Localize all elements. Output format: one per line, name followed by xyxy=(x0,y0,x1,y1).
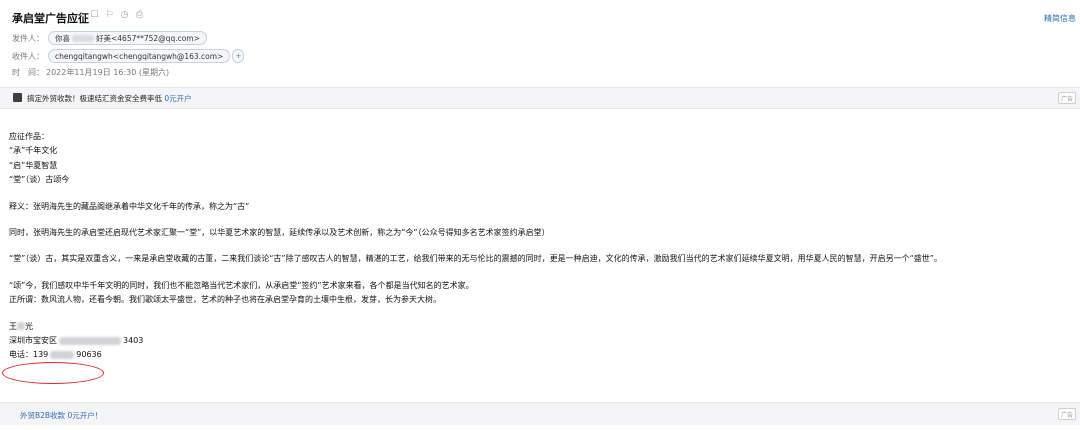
print-icon[interactable]: ⎙ xyxy=(135,11,144,20)
body-line: “颂”今，我们感叹中华千年文明的同时，我们也不能忽略当代艺术家们，从承启堂“签约… xyxy=(9,280,474,290)
clock-icon[interactable]: ◷ xyxy=(120,11,129,20)
body-line: 同时，张明海先生的承启堂还启现代艺术家汇聚一“堂”，以华夏艺术家的智慧，延续传承… xyxy=(9,228,550,238)
email-subject: 承启堂广告应征 xyxy=(12,12,89,25)
sender-row: 发件人： 你喜 好美 <4657**752@qq.com> xyxy=(12,31,207,45)
body-line: “堂”（谈）古颂今 xyxy=(9,175,70,185)
phone-label: 电话： xyxy=(9,350,33,360)
address-prefix: 深圳市宝安区 xyxy=(9,336,57,346)
body-line: “承”千年文化 xyxy=(9,146,58,156)
ad-tag-badge: 广告 xyxy=(1058,92,1076,104)
redaction-blur xyxy=(50,350,75,359)
top-ad-link[interactable]: 0元开户 xyxy=(164,94,191,103)
add-recipient-icon[interactable]: + xyxy=(232,49,245,63)
phone-highlight-circle xyxy=(2,362,104,384)
time-row: 时 间： 2022年11月19日 16:30 (星期六) xyxy=(12,67,169,78)
phone-suffix: 90636 xyxy=(76,350,102,360)
ad-tag-badge: 广告 xyxy=(1058,408,1076,420)
email-body: 应征作品： “承”千年文化 “启”华夏智慧 “堂”（谈）古颂今 释义：张明海先生… xyxy=(9,130,1069,363)
recipient-row: 收件人： chengqitangwh<chengqitangwh@163.com… xyxy=(12,49,245,63)
sender-label: 发件人： xyxy=(12,33,44,43)
address-suffix: 3403 xyxy=(123,336,144,346)
bottom-ad-bar[interactable]: 外贸B2B收款 0元开户！ 广告 xyxy=(0,402,1080,425)
email-header: 承启堂广告应征 ☐ ⚐ ◷ ⎙ 精简信息 发件人： 你喜 好美 <4657**7… xyxy=(0,0,1080,86)
subject-toolbar: ☐ ⚐ ◷ ⎙ xyxy=(90,11,144,20)
top-ad-bar[interactable]: 搞定外贸收款！极速结汇资金安全费率低 0元开户 广告 xyxy=(0,87,1080,109)
signature-name-suffix: 光 xyxy=(25,321,33,331)
redaction-blur xyxy=(17,322,25,331)
ad-logo-icon xyxy=(13,93,22,102)
sender-name-prefix: 你喜 xyxy=(55,33,70,43)
tag-icon[interactable]: ☐ xyxy=(90,11,99,20)
signature-name-prefix: 王 xyxy=(9,321,17,331)
recipient-chip[interactable]: chengqitangwh<chengqitangwh@163.com> xyxy=(48,49,231,63)
signature-phone: 电话：139 90636 xyxy=(9,348,1069,362)
signature-address: 深圳市宝安区 3403 xyxy=(9,334,1069,348)
top-ad-message: 搞定外贸收款！极速结汇资金安全费率低 xyxy=(27,94,165,103)
recipient-label: 收件人： xyxy=(12,51,44,61)
phone-prefix: 139 xyxy=(33,350,49,360)
flag-icon[interactable]: ⚐ xyxy=(105,11,114,20)
body-line: 应征作品： xyxy=(9,132,49,141)
sender-email: <4657**752@qq.com> xyxy=(111,33,200,43)
sender-name-suffix: 好美 xyxy=(96,33,111,43)
body-line: “堂”（谈）古，其实是双重含义，一来是承启堂收藏的古董，二来我们谈论“古”除了感… xyxy=(9,254,942,264)
time-value: 2022年11月19日 16:30 (星期六) xyxy=(46,68,170,77)
signature-name: 王光 xyxy=(9,320,1069,334)
body-line: “启”华夏智慧 xyxy=(9,160,58,170)
time-label: 时 间： xyxy=(12,68,44,77)
sender-chip[interactable]: 你喜 好美 <4657**752@qq.com> xyxy=(48,31,207,45)
redaction-blur xyxy=(72,34,94,42)
body-line: 释义：张明海先生的藏品阁继承着中华文化千年的传承，称之为“古” xyxy=(9,201,250,211)
body-line: 正所谓：数风流人物，还看今朝。我们歌颂太平盛世，艺术的种子也将在承启堂孕育的土壤… xyxy=(9,295,441,305)
redaction-blur xyxy=(59,336,121,345)
top-ad-text[interactable]: 搞定外贸收款！极速结汇资金安全费率低 0元开户 xyxy=(27,93,192,104)
bottom-ad-link[interactable]: 外贸B2B收款 0元开户！ xyxy=(20,410,102,421)
simplify-info-link[interactable]: 精简信息 xyxy=(1044,13,1076,24)
